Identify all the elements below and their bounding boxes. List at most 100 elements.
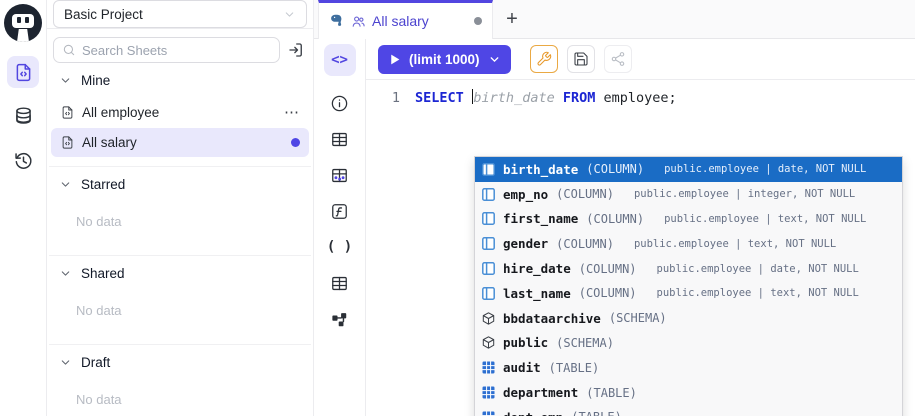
code-content: SELECT birth_date FROM employee;: [415, 89, 677, 107]
table-data-button[interactable]: [324, 160, 356, 190]
editor-body: <> ( ): [314, 39, 915, 416]
info-button[interactable]: [324, 88, 356, 118]
sidebar-item-databases[interactable]: [7, 100, 39, 132]
run-button-label: (limit 1000): [409, 52, 480, 67]
column-icon: [482, 163, 495, 176]
sheet-item-all-employee[interactable]: All employee ⋯: [51, 98, 309, 127]
autocomplete-item-detail: public.employee | date, NOT NULL: [664, 163, 866, 175]
autocomplete-item-kind: (SCHEMA): [609, 311, 667, 325]
search-icon: [62, 43, 76, 57]
section-header-starred[interactable]: Starred: [49, 167, 311, 201]
project-selector[interactable]: Basic Project: [53, 0, 307, 28]
autocomplete-item[interactable]: emp_no (COLUMN) public.employee | intege…: [475, 182, 902, 207]
app-window: Basic Project Search Sheets Mine: [0, 0, 915, 416]
run-query-button[interactable]: (limit 1000): [378, 45, 511, 74]
save-sheet-button[interactable]: [567, 45, 595, 73]
tab-dirty-dot: [474, 17, 482, 25]
autocomplete-item-detail: public.employee | integer, NOT NULL: [634, 188, 855, 200]
autocomplete-item[interactable]: department (TABLE): [475, 380, 902, 405]
autocomplete-item-name: dept_emp: [503, 410, 563, 416]
chevron-down-icon: [488, 53, 501, 66]
format-sql-button[interactable]: [530, 45, 558, 73]
autocomplete-item[interactable]: public (SCHEMA): [475, 331, 902, 356]
new-tab-button[interactable]: +: [493, 0, 531, 38]
autocomplete-item-name: department: [503, 385, 578, 400]
section-label: Shared: [81, 266, 125, 281]
table-columns-icon: [330, 130, 349, 149]
autocomplete-item-name: public: [503, 335, 548, 350]
section-header-mine[interactable]: Mine: [49, 63, 311, 97]
tab-all-salary[interactable]: All salary: [318, 0, 493, 39]
column-icon: [482, 287, 495, 300]
function-icon: [330, 202, 349, 221]
autocomplete-item[interactable]: last_name (COLUMN) public.employee | tex…: [475, 281, 902, 306]
autocomplete-item[interactable]: audit (TABLE): [475, 355, 902, 380]
table-icon: [482, 386, 495, 399]
autocomplete-item[interactable]: bbdataarchive (SCHEMA): [475, 306, 902, 331]
autocomplete-item-kind: (SCHEMA): [556, 336, 614, 350]
sidebar-item-history[interactable]: [7, 144, 39, 176]
autocomplete-item-kind: (COLUMN): [579, 262, 637, 276]
sheet-item-menu-icon[interactable]: ⋯: [284, 108, 300, 118]
sheet-item-label: All salary: [82, 135, 137, 150]
main-area: All salary + <>: [314, 0, 915, 416]
parentheses-button[interactable]: ( ): [324, 232, 356, 262]
ghost-suggestion: birth_date: [473, 90, 554, 106]
autocomplete-item-detail: public.employee | text, NOT NULL: [657, 287, 859, 299]
autocomplete-item[interactable]: gender (COLUMN) public.employee | text, …: [475, 231, 902, 256]
table-button[interactable]: [324, 268, 356, 298]
postgres-icon: [329, 13, 345, 29]
chevron-down-icon: [59, 267, 72, 280]
autocomplete-item[interactable]: first_name (COLUMN) public.employee | te…: [475, 207, 902, 232]
sql-editor[interactable]: 1 SELECT birth_date FROM employee; birth…: [366, 80, 915, 416]
section-label: Starred: [81, 177, 125, 192]
autocomplete-item-name: birth_date: [503, 162, 578, 177]
import-sheet-icon[interactable]: [287, 41, 305, 59]
bytebase-logo[interactable]: [4, 4, 42, 42]
function-button[interactable]: [324, 196, 356, 226]
autocomplete-item[interactable]: hire_date (COLUMN) public.employee | dat…: [475, 256, 902, 281]
autocomplete-item[interactable]: birth_date (COLUMN) public.employee | da…: [475, 157, 902, 182]
column-icon: [482, 262, 495, 275]
autocomplete-item-name: hire_date: [503, 261, 571, 276]
autocomplete-item-kind: (TABLE): [549, 361, 600, 375]
unsaved-dot: [291, 138, 300, 147]
empty-placeholder: No data: [49, 290, 311, 336]
secondary-rail: <> ( ): [314, 39, 366, 416]
autocomplete-item[interactable]: dept_emp (TABLE): [475, 405, 902, 416]
share-button[interactable]: [604, 45, 632, 73]
code-view-toggle[interactable]: <>: [324, 44, 356, 76]
autocomplete-item-name: first_name: [503, 211, 578, 226]
database-icon: [13, 106, 34, 127]
section-header-shared[interactable]: Shared: [49, 256, 311, 290]
tab-label: All salary: [372, 13, 429, 29]
search-placeholder: Search Sheets: [82, 43, 167, 58]
autocomplete-item-name: emp_no: [503, 187, 548, 202]
autocomplete-item-kind: (COLUMN): [586, 162, 644, 176]
search-input[interactable]: Search Sheets: [53, 37, 280, 63]
play-icon: [388, 53, 401, 66]
project-row: Basic Project: [47, 0, 313, 29]
chevron-down-icon: [59, 356, 72, 369]
section-header-draft[interactable]: Draft: [49, 345, 311, 379]
save-icon: [573, 51, 589, 67]
file-code-icon: [60, 105, 75, 120]
table-icon: [482, 361, 495, 374]
info-icon: [330, 94, 349, 113]
sheet-tree: Mine All employee ⋯ All salary Starred: [47, 63, 313, 416]
sheet-item-all-salary[interactable]: All salary: [51, 128, 309, 157]
autocomplete-item-kind: (COLUMN): [556, 187, 614, 201]
er-diagram-button[interactable]: [324, 304, 356, 334]
table-columns-button[interactable]: [324, 124, 356, 154]
autocomplete-item-kind: (COLUMN): [586, 212, 644, 226]
section-starred: Starred No data: [49, 167, 311, 256]
editor-toolbar: (limit 1000): [366, 39, 915, 80]
autocomplete-item-name: audit: [503, 360, 541, 375]
sidebar-item-sheets[interactable]: [7, 56, 39, 88]
autocomplete-item-detail: public.employee | text, NOT NULL: [634, 238, 836, 250]
chevron-down-icon: [59, 178, 72, 191]
autocomplete-item-detail: public.employee | date, NOT NULL: [657, 263, 859, 275]
file-code-icon: [60, 135, 75, 150]
project-selector-value: Basic Project: [64, 7, 143, 22]
column-icon: [482, 212, 495, 225]
